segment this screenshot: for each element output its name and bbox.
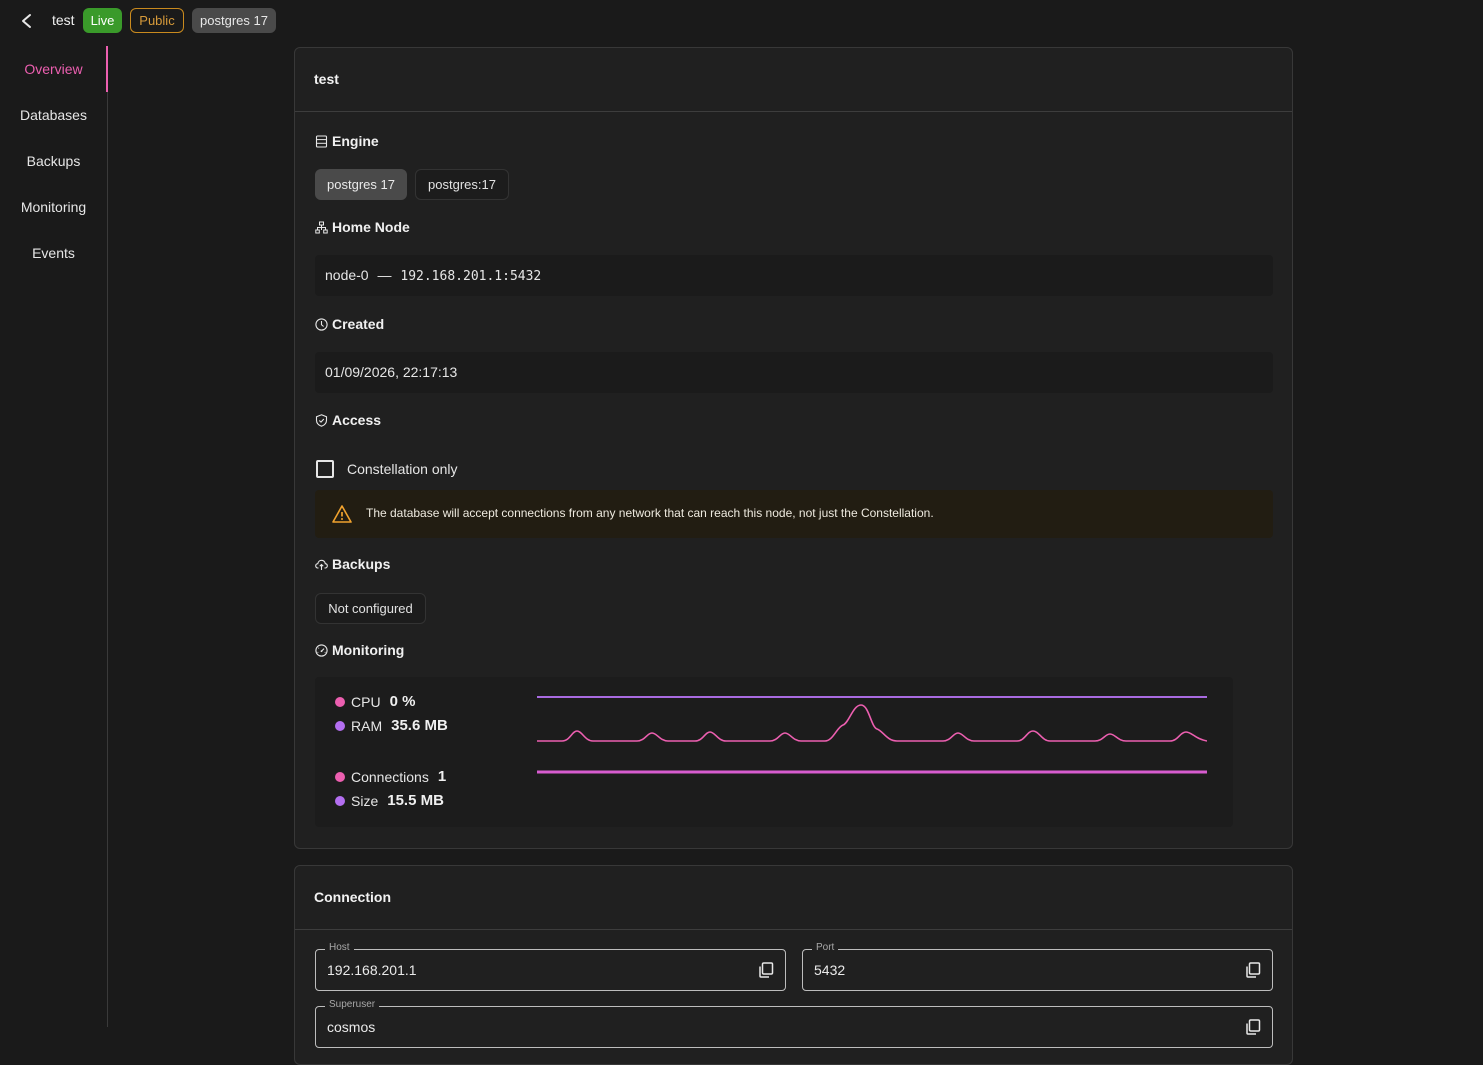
- cpu-sparkline: [537, 704, 1207, 742]
- copy-icon[interactable]: [757, 961, 775, 979]
- backups-section-label: Backups: [315, 556, 390, 572]
- card-header: test: [295, 48, 1292, 112]
- sidebar-item-label: Events: [32, 245, 75, 261]
- sidebar-item-label: Monitoring: [20, 199, 87, 215]
- warning-text: The database will accept connections fro…: [366, 506, 934, 520]
- node-name: node-0: [325, 267, 369, 283]
- connections-metric-label: Connections: [351, 768, 429, 785]
- active-tab-indicator: [106, 46, 108, 92]
- sidebar-item-events[interactable]: Events: [0, 230, 107, 276]
- backups-label: Backups: [332, 556, 391, 572]
- access-section-label: Access: [315, 412, 381, 428]
- card-title: Connection: [314, 889, 391, 905]
- host-field[interactable]: Host 192.168.201.1: [315, 941, 786, 991]
- node-separator: —: [377, 267, 392, 283]
- ram-legend-dot: [335, 720, 345, 731]
- engine-section-label: Engine: [315, 133, 379, 149]
- size-legend-dot: [335, 795, 345, 806]
- cpu-metric: CPU 0 %: [335, 693, 415, 710]
- host-field-value[interactable]: 192.168.201.1: [327, 962, 417, 978]
- cpu-legend-dot: [335, 696, 345, 707]
- created-value: 01/09/2026, 22:17:13: [315, 352, 1273, 393]
- monitoring-section-label: Monitoring: [315, 642, 404, 658]
- ram-metric: RAM 35.6 MB: [335, 717, 448, 734]
- sidebar-item-overview[interactable]: Overview: [0, 46, 108, 92]
- monitoring-sparklines: [537, 696, 1207, 774]
- sidebar-nav: Overview Databases Backups Monitoring Ev…: [0, 46, 108, 1027]
- copy-icon[interactable]: [1244, 961, 1262, 979]
- card-title: test: [314, 71, 339, 87]
- cloud-upload-icon: [315, 559, 328, 570]
- node-address: 192.168.201.1:5432: [400, 269, 542, 284]
- back-chevron-icon[interactable]: [18, 12, 36, 30]
- superuser-field[interactable]: Superuser cosmos: [315, 998, 1273, 1048]
- sidebar-item-databases[interactable]: Databases: [0, 92, 107, 138]
- cpu-metric-value: 0 %: [389, 693, 416, 710]
- superuser-field-label: Superuser: [325, 998, 380, 1012]
- created-section-label: Created: [315, 316, 384, 332]
- sidebar-item-label: Databases: [20, 107, 87, 123]
- engine-version-chip[interactable]: postgres 17: [315, 169, 407, 200]
- monitoring-panel: CPU 0 % RAM 35.6 MB Connections 1 Size 1…: [315, 677, 1233, 827]
- overview-card: test Engine postgres 17 postgres:17 Home…: [294, 47, 1293, 849]
- size-metric-label: Size: [351, 792, 379, 809]
- engine-label: Engine: [332, 133, 379, 149]
- constellation-only-label: Constellation only: [347, 461, 458, 477]
- database-icon: [315, 134, 328, 148]
- gauge-icon: [315, 643, 328, 657]
- public-visibility-badge: Public: [130, 8, 184, 33]
- home-node-value: node-0 — 192.168.201.1:5432: [315, 255, 1273, 296]
- network-icon: [315, 221, 328, 233]
- engine-image-chip[interactable]: postgres:17: [415, 169, 509, 200]
- created-label: Created: [332, 316, 385, 332]
- port-field-label: Port: [812, 941, 839, 955]
- shield-icon: [315, 413, 328, 427]
- host-field-label: Host: [325, 941, 354, 955]
- engine-badge: postgres 17: [192, 8, 276, 33]
- port-field-value[interactable]: 5432: [814, 962, 845, 978]
- port-field[interactable]: Port 5432: [802, 941, 1273, 991]
- clock-icon: [315, 317, 328, 331]
- home-node-label: Home Node: [332, 219, 410, 235]
- top-bar: test Live Public postgres 17: [0, 0, 1483, 42]
- sidebar-item-backups[interactable]: Backups: [0, 138, 107, 184]
- public-access-warning: The database will accept connections fro…: [315, 490, 1273, 538]
- ram-metric-label: RAM: [351, 717, 383, 734]
- cpu-metric-label: CPU: [351, 693, 381, 710]
- sidebar-item-monitoring[interactable]: Monitoring: [0, 184, 107, 230]
- size-metric-value: 15.5 MB: [387, 792, 444, 809]
- copy-icon[interactable]: [1244, 1018, 1262, 1036]
- sidebar-item-label: Backups: [26, 153, 81, 169]
- card-header: Connection: [295, 866, 1292, 930]
- ram-metric-value: 35.6 MB: [391, 717, 448, 734]
- database-name: test: [52, 12, 75, 28]
- connections-legend-dot: [335, 771, 345, 782]
- superuser-field-value[interactable]: cosmos: [327, 1019, 375, 1035]
- constellation-only-checkbox[interactable]: [316, 460, 334, 478]
- size-metric: Size 15.5 MB: [335, 792, 444, 809]
- sidebar-item-label: Overview: [24, 61, 83, 77]
- connections-metric: Connections 1: [335, 768, 446, 785]
- access-label: Access: [332, 412, 382, 428]
- connection-card: Connection Host 192.168.201.1 Port 5432 …: [294, 865, 1293, 1065]
- home-node-section-label: Home Node: [315, 219, 410, 235]
- warning-icon: [332, 505, 352, 523]
- monitoring-label: Monitoring: [332, 642, 405, 658]
- backups-status-chip: Not configured: [315, 593, 426, 624]
- connections-metric-value: 1: [437, 768, 447, 785]
- live-status-badge: Live: [83, 8, 122, 33]
